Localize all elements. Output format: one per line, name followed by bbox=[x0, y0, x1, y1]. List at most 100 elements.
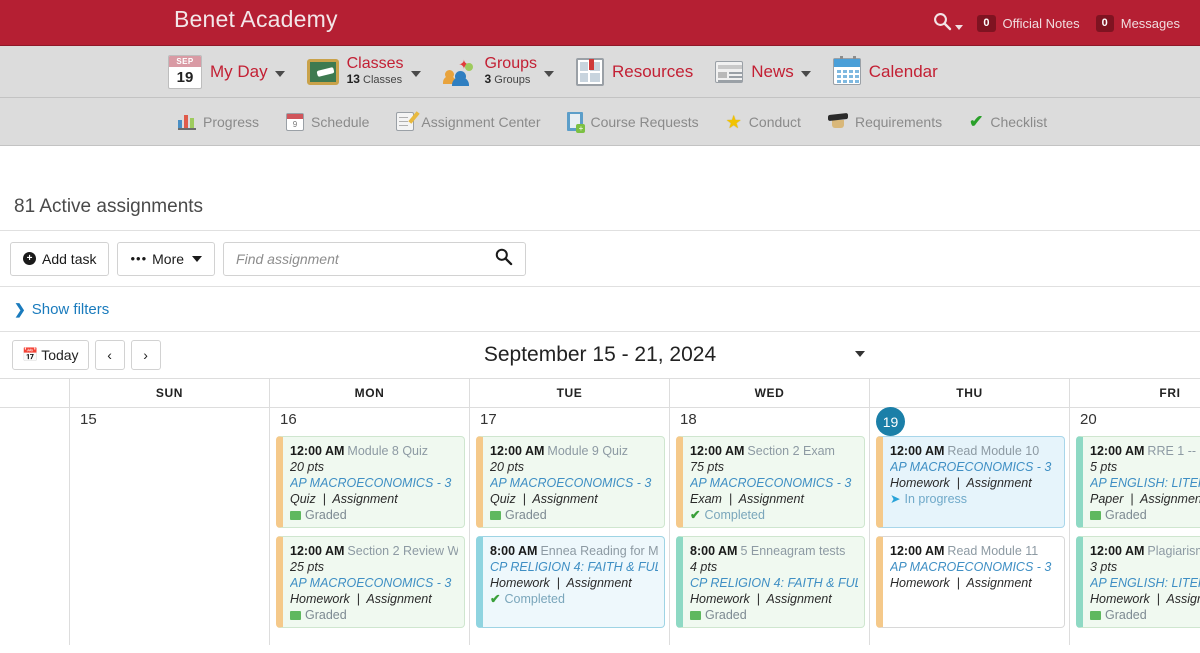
calendar-gutter bbox=[0, 408, 70, 436]
today-button[interactable]: 📅 Today bbox=[12, 340, 89, 370]
date-range-dropdown-icon[interactable] bbox=[855, 351, 865, 357]
checkmark-icon: ✔ bbox=[969, 112, 984, 131]
assignment-card[interactable]: 12:00 AMPlagiarism3 ptsAP ENGLISH: LITER… bbox=[1076, 536, 1200, 628]
assignment-points: 4 pts bbox=[690, 560, 718, 574]
more-button[interactable]: ••• More bbox=[117, 241, 216, 276]
ellipsis-icon: ••• bbox=[130, 251, 148, 266]
day-number-15[interactable]: 15 bbox=[70, 408, 269, 436]
search-icon[interactable] bbox=[494, 247, 513, 271]
previous-week-button[interactable]: ‹ bbox=[94, 340, 125, 370]
nav-item-calendar[interactable]: Calendar bbox=[832, 56, 938, 85]
check-icon: ✔ bbox=[490, 592, 501, 606]
graduation-cap-icon bbox=[827, 112, 848, 130]
assignment-card[interactable]: 8:00 AM 5 Enneagram tests 4 pts CP RELIGION… bbox=[676, 536, 865, 628]
search-input[interactable] bbox=[236, 250, 495, 267]
day-number-18[interactable]: 18 bbox=[670, 408, 869, 436]
header-search-button[interactable] bbox=[932, 11, 964, 36]
events-sun bbox=[70, 436, 269, 645]
calendar-small-icon: 📅 bbox=[22, 347, 39, 362]
nav-item-resources[interactable]: Resources bbox=[576, 57, 694, 86]
nav-groups-stack: Groups 3 Groups bbox=[485, 56, 537, 86]
assignment-time: 12:00 AM bbox=[490, 444, 545, 458]
assignment-card[interactable]: 12:00 AM Read Module 11 AP MACROECONOMICS … bbox=[876, 536, 1065, 628]
next-week-button[interactable]: › bbox=[130, 340, 161, 370]
school-title: Benet Academy bbox=[174, 6, 338, 32]
assignment-card[interactable]: 12:00 AM Read Module 10 AP MACROECONOMICS … bbox=[876, 436, 1065, 528]
day-number-20[interactable]: 20 bbox=[1070, 408, 1200, 436]
day-number-19-today[interactable]: 19 bbox=[870, 407, 1069, 436]
day-name-thu: THU bbox=[870, 379, 1069, 408]
nav-item-groups[interactable]: ✦ Groups 3 Groups bbox=[442, 56, 554, 86]
calendar-icon bbox=[832, 56, 861, 85]
events-wed: 12:00 AM Section 2 Exam 75 pts AP MACROECON… bbox=[670, 436, 869, 645]
nav-label-classes: Classes bbox=[346, 55, 404, 73]
day-number-16[interactable]: 16 bbox=[270, 408, 469, 436]
subnav-item-progress[interactable]: Progress bbox=[178, 114, 259, 130]
assignment-meta: Homework | Assignment bbox=[490, 576, 632, 590]
book-icon bbox=[690, 611, 701, 620]
subnav-item-course-requests[interactable]: + Course Requests bbox=[567, 112, 699, 133]
assignment-card[interactable]: 12:00 AM Section 2 Review W... 25 pts AP MA… bbox=[276, 536, 465, 628]
show-filters-row[interactable]: ❯ Show filters bbox=[0, 287, 1200, 332]
assignment-time: 12:00 AM bbox=[890, 444, 945, 458]
assignment-header: 12:00 AM Module 9 Quiz bbox=[490, 443, 658, 459]
assignment-status-label: Graded bbox=[305, 508, 347, 522]
subnav-item-requirements[interactable]: Requirements bbox=[827, 112, 942, 130]
calendar-col-fri: FRI bbox=[1070, 379, 1200, 408]
calendar-col-wed: WED bbox=[670, 379, 870, 408]
show-filters-label: Show filters bbox=[31, 300, 110, 318]
assignment-status: Graded bbox=[690, 607, 858, 623]
assignment-points: 75 pts bbox=[690, 460, 725, 474]
assignment-status-label: Completed bbox=[704, 508, 765, 522]
book-icon bbox=[1090, 511, 1101, 520]
book-icon bbox=[290, 611, 301, 620]
assignment-header: 12:00 AM Section 2 Review W... bbox=[290, 543, 458, 559]
today-label: Today bbox=[41, 347, 79, 363]
document-plus-icon: + bbox=[567, 112, 586, 133]
assignment-meta: Homework | Assignment bbox=[890, 476, 1032, 490]
assignment-course: AP MACROECONOMICS - 3 bbox=[690, 476, 852, 490]
subnav-label-progress: Progress bbox=[203, 113, 260, 130]
subnav-label-schedule: Schedule bbox=[311, 113, 370, 130]
subnav-item-checklist[interactable]: ✔ Checklist bbox=[969, 113, 1047, 130]
official-notes-link[interactable]: Official Notes bbox=[1003, 16, 1080, 31]
events-mon: 12:00 AM Module 8 Quiz 20 pts AP MACROECONO… bbox=[270, 436, 469, 645]
nav-sublabel-groups: 3 Groups bbox=[484, 72, 531, 87]
assignment-time: 12:00 AM bbox=[1090, 444, 1145, 458]
assignment-card[interactable]: 12:00 AM Module 8 Quiz 20 pts AP MACROECONO… bbox=[276, 436, 465, 528]
assignment-status-label: Graded bbox=[305, 608, 347, 622]
messages-link[interactable]: Messages bbox=[1121, 16, 1180, 31]
assignment-card[interactable]: 12:00 AM Section 2 Exam 75 pts AP MACROECON… bbox=[676, 436, 865, 528]
nav-label-resources: Resources bbox=[612, 61, 694, 81]
assignment-points: 20 pts bbox=[490, 460, 525, 474]
assignment-meta: Quiz | Assignment bbox=[290, 492, 398, 506]
nav-label-calendar: Calendar bbox=[868, 61, 938, 81]
chevron-down-icon bbox=[800, 70, 811, 77]
nav-item-classes[interactable]: Classes 13 Classes bbox=[306, 55, 421, 86]
subnav-item-assignment-center[interactable]: Assignment Center bbox=[396, 111, 541, 131]
nav-label-news: News bbox=[751, 61, 794, 81]
day-number-17[interactable]: 17 bbox=[470, 408, 669, 436]
find-assignment-box[interactable] bbox=[223, 241, 527, 276]
assignment-card[interactable]: 8:00 AM Ennea Reading for M... CP RELIGION… bbox=[476, 536, 665, 628]
assignment-meta: Homework | Assignment bbox=[690, 592, 832, 606]
subnav-label-assignment-center: Assignment Center bbox=[421, 113, 541, 130]
calendar-col-tue: TUE bbox=[470, 379, 670, 408]
assignment-card[interactable]: 12:00 AMRRE 1 -- RD5 ptsAP ENGLISH: LITE… bbox=[1076, 436, 1200, 528]
subnav-item-schedule[interactable]: 9 Schedule bbox=[286, 112, 370, 131]
assignment-course: AP MACROECONOMICS - 3 bbox=[290, 476, 452, 490]
assignment-time: 12:00 AM bbox=[290, 544, 345, 558]
assignment-status: Graded bbox=[290, 507, 458, 523]
assignment-course: AP MACROECONOMICS - 3 bbox=[490, 476, 652, 490]
events-fri: 12:00 AMRRE 1 -- RD5 ptsAP ENGLISH: LITE… bbox=[1070, 436, 1200, 645]
day-name-tue: TUE bbox=[470, 379, 669, 408]
search-icon bbox=[932, 11, 952, 36]
subnav-item-conduct[interactable]: ★ Conduct bbox=[726, 113, 801, 131]
nav-item-my-day[interactable]: SEP 19 My Day bbox=[168, 54, 285, 89]
nav-item-news[interactable]: News bbox=[715, 60, 811, 83]
assignment-status-label: Graded bbox=[1105, 508, 1147, 522]
assignment-meta: Exam | Assignment bbox=[690, 492, 804, 506]
groups-icon: ✦ bbox=[442, 58, 477, 86]
assignment-card[interactable]: 12:00 AM Module 9 Quiz 20 pts AP MACROECONO… bbox=[476, 436, 665, 528]
add-task-button[interactable]: + Add task bbox=[10, 241, 110, 276]
